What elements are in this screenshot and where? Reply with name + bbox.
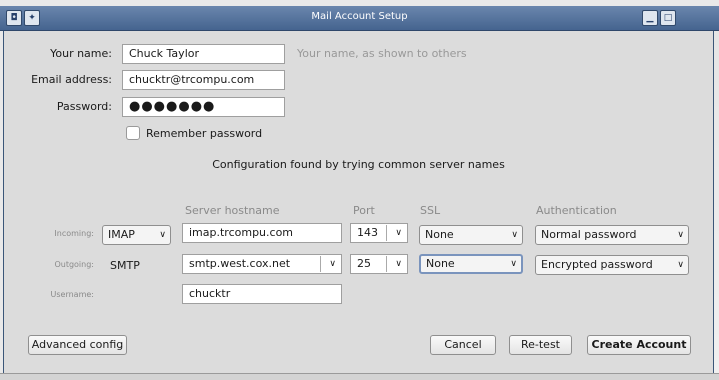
incoming-port-combo[interactable]: 143 ∨ [350,223,408,243]
outgoing-port-combo[interactable]: 25 ∨ [350,254,408,274]
incoming-ssl-select[interactable]: None ∨ [419,225,523,245]
combo-separator [386,256,387,272]
chevron-down-icon: ∨ [677,230,684,240]
your-name-label: Your name: [50,47,112,60]
create-account-button[interactable]: Create Account [587,335,691,355]
email-input[interactable]: chucktr@trcompu.com [122,70,285,90]
remember-password-label[interactable]: Remember password [146,127,262,140]
chevron-down-icon: ∨ [677,260,684,270]
window-titlebar: ◘ ✦ Mail Account Setup ▁ □ [0,6,719,31]
col-header-ssl: SSL [420,204,441,217]
username-input[interactable]: chucktr [182,284,342,304]
chevron-down-icon[interactable]: ∨ [329,255,336,273]
window-title: Mail Account Setup [311,11,408,22]
incoming-protocol-select[interactable]: IMAP ∨ [102,225,171,245]
your-name-input[interactable]: Chuck Taylor [122,44,285,64]
combo-separator [320,256,321,272]
outgoing-ssl-value: None [426,257,455,270]
advanced-config-button[interactable]: Advanced config [28,335,127,355]
outgoing-label: Outgoing: [54,260,94,269]
outgoing-hostname-value: smtp.west.cox.net [189,257,291,270]
incoming-hostname-input[interactable]: imap.trcompu.com [182,223,342,243]
email-label: Email address: [31,73,112,86]
password-label: Password: [56,100,112,113]
outgoing-ssl-select[interactable]: None ∨ [419,254,523,274]
status-message: Configuration found by trying common ser… [212,158,505,171]
col-header-hostname: Server hostname [185,204,280,217]
minimize-icon[interactable]: ▁ [642,10,658,26]
username-label: Username: [50,290,94,299]
chevron-down-icon: ∨ [511,230,518,240]
retest-button[interactable]: Re-test [509,335,572,355]
cancel-button[interactable]: Cancel [430,335,496,355]
incoming-label: Incoming: [54,229,94,238]
incoming-auth-value: Normal password [541,228,637,241]
col-header-port: Port [353,204,375,217]
maximize-icon[interactable]: □ [660,10,676,26]
outgoing-port-value: 25 [357,257,371,270]
your-name-hint: Your name, as shown to others [297,47,467,60]
outgoing-hostname-combo[interactable]: smtp.west.cox.net ∨ [182,254,342,274]
dialog-body: Your name: Chuck Taylor Your name, as sh… [3,31,714,373]
incoming-port-value: 143 [357,226,378,239]
outgoing-protocol: SMTP [110,259,140,272]
outgoing-auth-value: Encrypted password [541,258,653,271]
chevron-down-icon[interactable]: ∨ [395,224,402,242]
outgoing-auth-select[interactable]: Encrypted password ∨ [535,255,689,275]
incoming-protocol-value: IMAP [108,228,135,241]
chevron-down-icon: ∨ [510,259,517,269]
incoming-auth-select[interactable]: Normal password ∨ [535,225,689,245]
chevron-down-icon: ∨ [159,230,166,240]
combo-separator [386,225,387,241]
incoming-ssl-value: None [425,228,454,241]
password-input[interactable]: ●●●●●●● [122,97,285,117]
col-header-auth: Authentication [536,204,617,217]
chevron-down-icon[interactable]: ∨ [395,255,402,273]
remember-password-checkbox[interactable] [126,126,140,140]
